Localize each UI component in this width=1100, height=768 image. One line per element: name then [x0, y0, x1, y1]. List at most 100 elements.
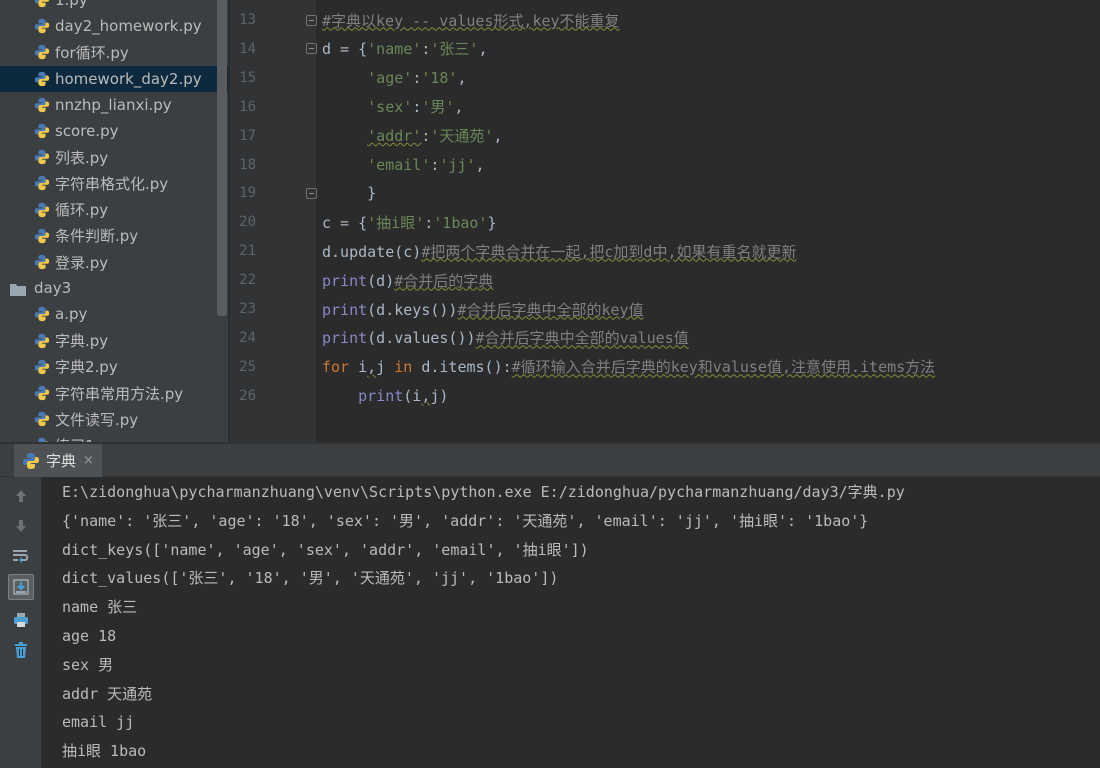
code-text: c = {'抽i眼':'1bao'}	[322, 212, 497, 233]
code-line[interactable]: 13 #字典以key -- values形式,key不能重复	[230, 6, 1100, 35]
project-tree: 练习1 文件读写.py 字符串常用方法.py 字典2.py 字典.py a.py day3 登…	[0, 0, 228, 442]
tree-item-label: 列表.py	[55, 148, 109, 167]
code-token: ,	[367, 358, 377, 377]
close-icon[interactable]: ×	[83, 453, 94, 468]
python-file-icon	[34, 359, 50, 375]
code-token: d.items():	[412, 358, 512, 377]
code-token: j)	[430, 386, 449, 405]
python-file-icon	[34, 411, 50, 427]
run-toolbar	[0, 477, 42, 768]
code-line[interactable]: 18 'email':'jj',	[230, 150, 1100, 179]
scroll-up-button[interactable]	[8, 483, 34, 509]
line-number: 13	[239, 12, 256, 28]
tree-file[interactable]: 文件读写.py	[0, 406, 228, 432]
tree-item-label: 字符串格式化.py	[55, 174, 169, 193]
tree-item-label: 条件判断.py	[55, 227, 139, 246]
tree-file[interactable]: 条件判断.py	[0, 223, 228, 249]
tree-item-label: 登录.py	[55, 253, 109, 272]
code-text: 'email':'jj',	[322, 155, 484, 174]
code-line[interactable]: 17 'addr':'天通苑',	[230, 121, 1100, 150]
tree-file[interactable]: 列表.py	[0, 144, 228, 170]
python-file-icon	[34, 175, 50, 191]
code-line[interactable]: 21 d.update(c)#把两个字典合并在一起,把c加到d中,如果有重名就更新	[230, 237, 1100, 266]
tree-file[interactable]: 登录.py	[0, 249, 228, 275]
scroll-to-end-button[interactable]	[8, 574, 34, 600]
code-text: print(i,j)	[322, 387, 448, 405]
code-token: (d.values())	[367, 329, 476, 348]
tree-item-label: 循环.py	[55, 201, 109, 220]
code-line[interactable]: 16 'sex':'男',	[230, 92, 1100, 121]
code-line[interactable]: 26 print(i,j)	[230, 381, 1100, 410]
line-number: 16	[239, 98, 256, 115]
python-icon	[22, 452, 40, 470]
code-token: #把两个字典合并在一起,把c加到d中,如果有重名就更新	[421, 242, 797, 261]
code-token: i	[349, 358, 368, 377]
code-line[interactable]: 23 print(d.keys())#合并后字典中全部的key值	[230, 295, 1100, 324]
fold-marker-icon[interactable]	[306, 187, 317, 199]
console-line: sex 男	[62, 655, 114, 674]
code-editor[interactable]: 13 #字典以key -- values形式,key不能重复 14 d = {'nam…	[230, 0, 1100, 442]
run-tab[interactable]: 字典 ×	[14, 444, 102, 477]
code-token: (i	[403, 386, 422, 405]
tree-item-label: homework_day2.py	[55, 69, 202, 88]
code-token: 'jj'	[439, 155, 476, 174]
python-file-icon	[34, 71, 50, 87]
print-button[interactable]	[8, 607, 34, 633]
tree-item-label: 1.py	[55, 0, 88, 9]
code-line[interactable]: 25 for i,j in d.items():#循环输入合并后字典的key和va…	[230, 352, 1100, 381]
code-token: :	[412, 98, 422, 117]
tree-file[interactable]: 字典.py	[0, 328, 228, 354]
printer-icon	[14, 613, 28, 627]
code-text: 'addr':'天通苑',	[322, 125, 502, 146]
tree-scrollbar[interactable]	[217, 0, 227, 316]
console-line: dict_keys(['name', 'age', 'sex', 'addr',…	[62, 540, 589, 559]
tree-file[interactable]: day2_homework.py	[0, 13, 228, 39]
code-text: d.update(c)#把两个字典合并在一起,把c加到d中,如果有重名就更新	[322, 241, 797, 262]
soft-wrap-button[interactable]	[8, 543, 34, 569]
code-token: #合并后字典中全部的key值	[457, 300, 644, 319]
tree-file[interactable]: 1.py	[0, 0, 228, 13]
tree-file[interactable]: score.py	[0, 118, 228, 144]
code-token: c = {	[322, 213, 368, 232]
fold-marker-icon[interactable]	[306, 43, 317, 55]
tree-file[interactable]: 字符串常用方法.py	[0, 380, 228, 406]
code-token: (d.keys())	[367, 300, 458, 319]
tree-file[interactable]: 练习1	[0, 432, 228, 442]
tree-folder[interactable]: day3	[0, 275, 228, 301]
scroll-down-button[interactable]	[8, 513, 34, 539]
console-line: age 18	[62, 627, 117, 645]
clear-all-button[interactable]	[8, 637, 34, 663]
code-line[interactable]: 19 }	[230, 179, 1100, 208]
line-number: 17	[239, 127, 256, 144]
tree-file[interactable]: 字符串格式化.py	[0, 170, 228, 196]
code-token: ,	[457, 68, 467, 87]
tree-file[interactable]: nnzhp_lianxi.py	[0, 92, 228, 118]
code-token: #字典以key -- values形式,key不能重复	[322, 11, 620, 30]
tree-item-label: 文件读写.py	[55, 410, 139, 429]
python-file-icon	[34, 254, 50, 270]
code-line[interactable]: 20 c = {'抽i眼':'1bao'}	[230, 208, 1100, 237]
python-file-icon	[34, 202, 50, 218]
tree-file[interactable]: a.py	[0, 301, 228, 327]
tree-file[interactable]: homework_day2.py	[0, 65, 228, 92]
line-number: 18	[239, 156, 256, 173]
code-line[interactable]: 15 'age':'18',	[230, 63, 1100, 92]
code-line[interactable]: 14 d = {'name':'张三',	[230, 34, 1100, 63]
code-line[interactable]: 22 print(d)#合并后的字典	[230, 266, 1100, 295]
tree-file[interactable]: for循环.py	[0, 39, 228, 65]
code-line[interactable]: 24 print(d.values())#合并后字典中全部的values值	[230, 323, 1100, 352]
fold-marker-icon[interactable]	[306, 14, 317, 26]
code-token: #循环输入合并后字典的key和valuse值,注意使用.items方法	[511, 358, 936, 377]
tree-file[interactable]: 循环.py	[0, 197, 228, 223]
code-token: print	[358, 386, 404, 405]
code-token: ,	[478, 40, 488, 59]
tree-file[interactable]: 字典2.py	[0, 354, 228, 380]
code-token: ,	[493, 127, 503, 146]
line-number: 14	[239, 40, 256, 57]
console-output[interactable]: E:\zidonghua\pycharmanzhuang\venv\Script…	[42, 477, 1100, 768]
line-number: 24	[239, 329, 256, 346]
line-number: 23	[239, 301, 256, 317]
